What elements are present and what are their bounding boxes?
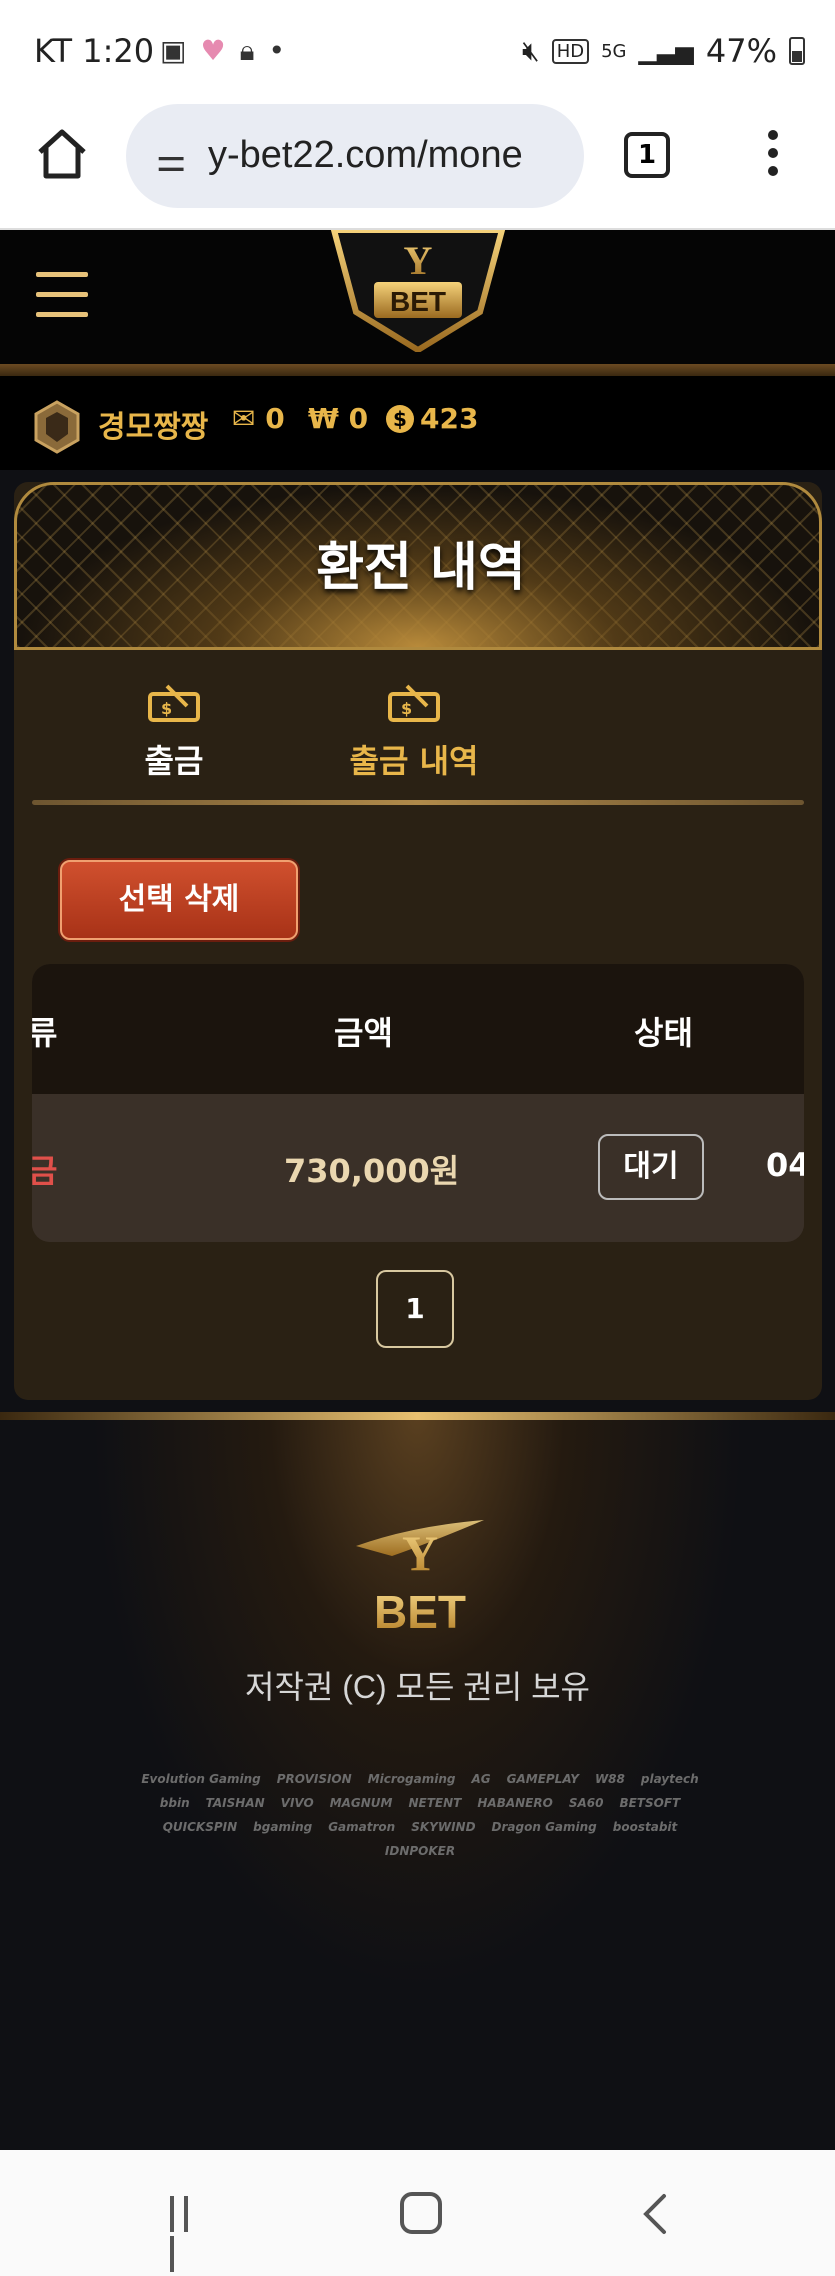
row-date: 04- [766,1146,804,1184]
copyright-text: 저작권 (C) 모든 권리 보유 [245,1669,590,1705]
provider-logo: Evolution Gaming [141,1772,261,1786]
history-table: 류 금액 상태 금 730,000원 대기 04- [32,964,804,1242]
status-badge: 대기 [598,1134,704,1200]
mail-icon: ✉ [232,402,256,435]
system-nav-bar [0,2150,835,2276]
provider-logo: AG [471,1772,491,1786]
provider-logo: NETENT [408,1796,462,1810]
status-left-icons: ▣ ♥ 🔒︎ • [160,34,285,68]
table-header: 류 금액 상태 [32,964,804,1094]
won-icon: ₩ [308,402,339,435]
table-row[interactable]: 금 730,000원 대기 04- [32,1094,804,1242]
provider-logo: PROVISION [276,1772,352,1786]
site-footer: Y BET 저작권 (C) 모든 권리 보유 Evolution Gaming … [0,1412,835,2150]
home-nav-icon[interactable] [400,2192,442,2234]
row-amount: 730,000원 [284,1152,460,1190]
mute-icon: 🔇︎ [522,34,540,67]
more-menu-icon[interactable] [766,130,780,180]
provider-logo: IDNPOKER [384,1844,456,1858]
tab-withdraw-history-label: 출금 내역 [349,742,479,780]
column-header-type: 류 [32,1014,58,1052]
lock-icon: 🔒︎ [239,34,255,67]
won-balance: ₩ 0 [308,402,369,435]
ybet-logo[interactable]: Y BET [330,230,506,352]
5g-icon: 5G [601,40,627,62]
address-bar[interactable]: ⚌ y-bet22.com/mone [126,104,584,208]
provider-logo: HABANERO [477,1796,553,1810]
status-right-icons: 🔇︎ HD 5G ▁▃▅ 47% [522,32,805,70]
dot-icon: • [268,34,285,67]
tab-switcher-button[interactable]: 1 [624,132,670,178]
provider-logo: GAMEPLAY [506,1772,579,1786]
image-icon: ▣ [160,34,187,67]
provider-logos: Evolution Gaming PROVISION Microgaming A… [120,1772,720,1858]
hd-icon: HD [551,38,590,64]
tab-withdraw-label: 출금 [144,742,204,780]
status-time: KT 1:20 [34,32,155,70]
panel-header: 환전 내역 [14,482,822,650]
delete-selected-button[interactable]: 선택 삭제 [60,860,298,940]
rank-badge-icon [34,400,80,454]
provider-logo: SKYWIND [411,1820,476,1834]
recent-apps-icon[interactable] [170,2196,210,2272]
logo-text: BET [390,286,446,317]
footer-logo: Y BET [356,1520,484,1636]
exchange-history-panel: 환전 내역 $ 출금 $ 출금 내역 선택 삭제 류 금액 상태 금 730,0… [14,482,822,1400]
messages-count[interactable]: ✉ 0 [232,402,285,435]
provider-logo: QUICKSPIN [162,1820,238,1834]
provider-logo: bgaming [253,1820,313,1834]
signal-icon: ▁▃▅ [638,37,694,65]
provider-logo: VIVO [280,1796,314,1810]
heart-icon: ♥ [200,34,226,67]
tab-divider [32,800,804,805]
site-settings-icon[interactable]: ⚌ [156,140,186,180]
site-header: Y BET [0,230,835,376]
provider-logo: Microgaming [367,1772,456,1786]
provider-logo: Gamatron [328,1820,396,1834]
home-icon[interactable] [34,126,90,182]
battery-icon [789,37,805,65]
provider-logo: W88 [594,1772,625,1786]
url-text[interactable]: y-bet22.com/mone [208,134,523,177]
provider-logo: MAGNUM [329,1796,393,1810]
withdraw-icon: $ [148,684,200,722]
provider-logo: bbin [159,1796,190,1810]
svg-text:BET: BET [374,1586,466,1636]
svg-text:$: $ [161,699,172,718]
tab-withdraw[interactable]: $ 출금 [94,682,254,782]
page-title: 환전 내역 [316,538,526,598]
provider-logo: TAISHAN [205,1796,265,1810]
provider-logo: boostabit [612,1820,678,1834]
provider-logo: playtech [640,1772,699,1786]
back-icon[interactable] [636,2192,676,2236]
user-info-bar: 경모짱짱 ✉ 0 ₩ 0 $423 [0,376,835,470]
status-bar: KT 1:20 ▣ ♥ 🔒︎ • 🔇︎ HD 5G ▁▃▅ 47% [0,0,835,96]
column-header-status: 상태 [634,1014,693,1052]
coin-icon: $ [386,405,414,433]
hamburger-menu-icon[interactable] [36,272,88,318]
withdraw-history-icon: $ [388,684,440,722]
logo-letter: Y [404,238,433,283]
tab-withdraw-history[interactable]: $ 출금 내역 [334,682,494,782]
svg-text:Y: Y [402,1525,438,1581]
provider-logo: Dragon Gaming [491,1820,597,1834]
username[interactable]: 경모짱짱 [98,402,208,446]
browser-toolbar: ⚌ y-bet22.com/mone 1 [0,96,835,230]
point-balance: $423 [386,402,478,435]
row-type: 금 [32,1152,58,1190]
page-button-1[interactable]: 1 [376,1270,454,1348]
provider-logo: SA60 [568,1796,604,1810]
column-header-amount: 금액 [334,1014,393,1052]
battery-text: 47% [705,32,777,70]
provider-logo: BETSOFT [619,1796,681,1810]
svg-text:$: $ [401,699,412,718]
